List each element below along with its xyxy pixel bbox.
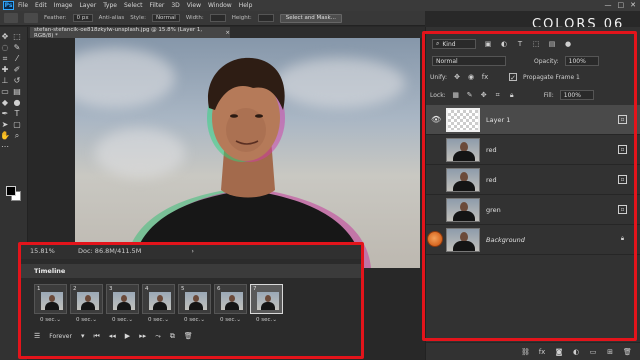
style-label: Style: — [130, 15, 146, 21]
path-select-icon[interactable]: ➤ — [0, 120, 10, 130]
right-eye — [255, 114, 263, 118]
menu-layer[interactable]: Layer — [79, 2, 96, 9]
menu-3d[interactable]: 3D — [171, 2, 179, 9]
link-layers-icon[interactable]: ⛓︎ — [521, 348, 530, 356]
brush-icon[interactable]: ✐ — [12, 65, 22, 75]
menu-edit[interactable]: Edit — [35, 2, 47, 9]
shape-icon[interactable]: ▢ — [12, 120, 22, 130]
menu-bar: Ps File Edit Image Layer Type Select Fil… — [0, 0, 640, 11]
dodge-icon[interactable]: ● — [12, 98, 22, 108]
height-label: Height: — [231, 15, 252, 21]
options-bar: Feather: 0 px Anti-alias Style: Normal W… — [0, 11, 425, 26]
new-layer-icon[interactable]: ⊞ — [606, 348, 614, 356]
document-title: stefan-stefancik-oe818zkylw-unsplash.jpg… — [34, 26, 203, 39]
hand-icon[interactable]: ✋ — [0, 131, 10, 141]
add-mask-icon[interactable]: ◙ — [555, 348, 563, 356]
foreground-color-swatch[interactable] — [6, 186, 16, 196]
minimize-button[interactable]: — — [605, 1, 612, 9]
menu-view[interactable]: View — [187, 2, 201, 9]
feather-input[interactable]: 0 px — [72, 14, 93, 22]
maximize-button[interactable]: □ — [618, 1, 625, 9]
menu-type[interactable]: Type — [103, 2, 117, 9]
marquee-icon[interactable]: ⬚ — [12, 32, 22, 42]
select-and-mask-button[interactable]: Select and Mask... — [279, 13, 342, 23]
quick-select-icon[interactable]: ✎ — [12, 43, 22, 53]
document-tab[interactable]: stefan-stefancik-oe818zkylw-unsplash.jpg… — [30, 26, 230, 39]
fx-icon[interactable]: fx — [538, 348, 546, 356]
menu-window[interactable]: Window — [208, 2, 232, 9]
move-tool-icon[interactable]: ✥ — [0, 32, 10, 42]
marquee-tool-icon[interactable] — [4, 13, 18, 23]
more-tools-icon[interactable]: ⋯ — [0, 142, 10, 152]
window-controls: — □ ✕ — [605, 1, 637, 9]
image-canvas[interactable] — [75, 38, 420, 268]
pen-icon[interactable]: ✒ — [0, 109, 10, 119]
stamp-icon[interactable]: ⊥ — [0, 76, 10, 86]
healing-icon[interactable]: ✚ — [0, 65, 10, 75]
timeline-highlight-box — [18, 242, 364, 359]
history-brush-icon[interactable]: ↺ — [12, 76, 22, 86]
gradient-icon[interactable]: ▤ — [12, 87, 22, 97]
left-eye — [230, 114, 238, 118]
photoshop-logo: Ps — [3, 1, 14, 10]
blur-icon[interactable]: ◆ — [0, 98, 10, 108]
layers-panel-highlight-box — [422, 31, 637, 341]
close-tab-icon[interactable]: × — [225, 30, 230, 36]
menu-select[interactable]: Select — [124, 2, 143, 9]
menu-image[interactable]: Image — [54, 2, 73, 9]
layers-panel-footer: ⛓︎ fx ◙ ◐ ▭ ⊞ 🗑︎ — [426, 342, 640, 360]
zoom-icon[interactable]: ⌕ — [12, 131, 22, 141]
width-input[interactable] — [209, 14, 226, 22]
delete-layer-icon[interactable]: 🗑︎ — [623, 348, 632, 356]
menu-help[interactable]: Help — [239, 2, 253, 9]
new-group-icon[interactable]: ▭ — [589, 348, 597, 356]
menu-file[interactable]: File — [18, 2, 28, 9]
adjustment-layer-icon[interactable]: ◐ — [572, 348, 580, 356]
width-label: Width: — [185, 15, 204, 21]
antialias-checkbox[interactable]: Anti-alias — [99, 15, 125, 21]
style-select[interactable]: Normal — [151, 14, 180, 22]
selection-mode-icon[interactable] — [24, 13, 38, 23]
eyedropper-icon[interactable]: ⁄ — [12, 54, 22, 64]
eraser-icon[interactable]: ▭ — [0, 87, 10, 97]
portrait-photo — [125, 57, 371, 268]
type-icon[interactable]: T — [12, 109, 22, 119]
crop-icon[interactable]: ⌗ — [0, 54, 10, 64]
height-input[interactable] — [257, 14, 274, 22]
lasso-icon[interactable]: ◌ — [0, 43, 10, 53]
feather-label: Feather: — [44, 15, 67, 21]
menu-filter[interactable]: Filter — [150, 2, 165, 9]
close-window-button[interactable]: ✕ — [630, 1, 636, 9]
